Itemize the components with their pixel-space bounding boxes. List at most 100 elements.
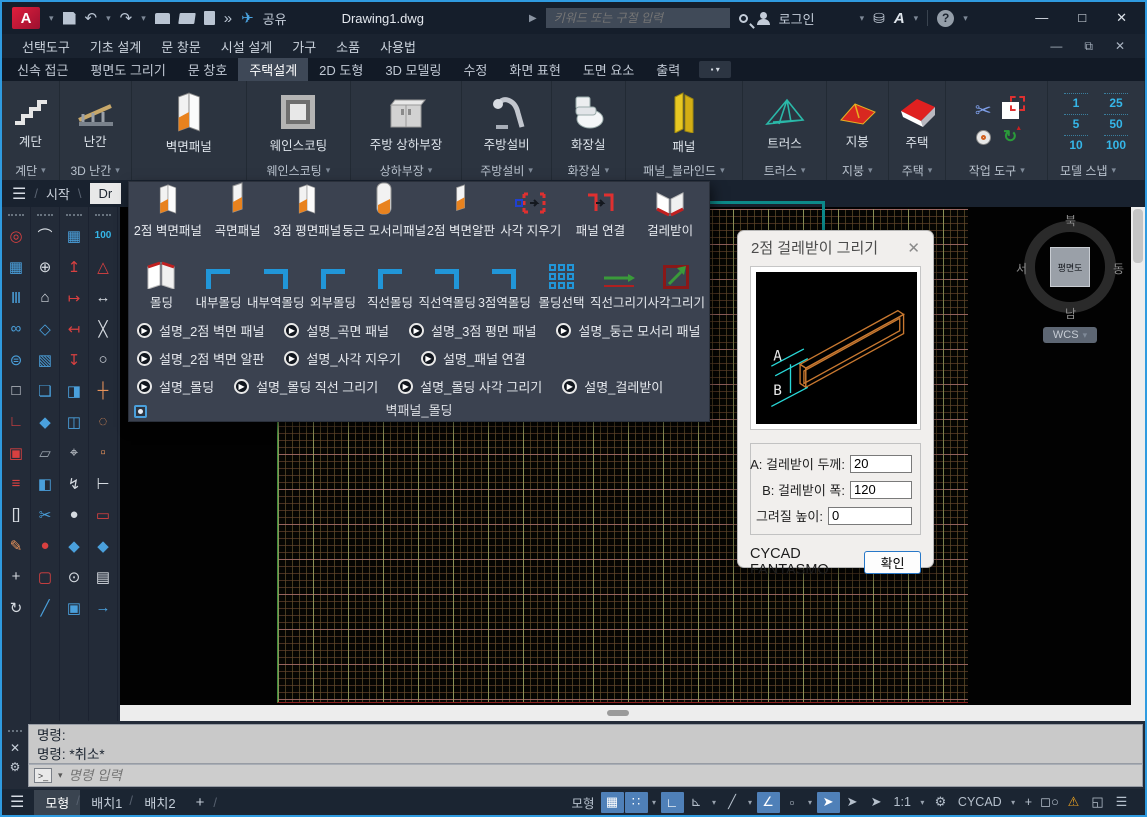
horizontal-scrollbar[interactable]	[120, 705, 1145, 721]
status-toggle[interactable]: ☰	[1110, 792, 1133, 813]
close-button[interactable]: ✕	[1116, 10, 1127, 26]
status-toggle[interactable]: 1:1	[889, 792, 916, 813]
status-toggle[interactable]: ⚙	[929, 792, 952, 813]
status-toggle[interactable]: ▾	[709, 792, 720, 813]
tool-icon[interactable]: ⊜	[2, 344, 30, 375]
maximize-button[interactable]: □	[1078, 10, 1086, 26]
status-toggle[interactable]: ▦	[601, 792, 624, 813]
tool-icon[interactable]: ▦	[2, 251, 30, 282]
ribbon-tab[interactable]: 3D 모델링	[374, 58, 452, 81]
ribbon-tab[interactable]: 화면 표현	[498, 58, 571, 81]
wcs-selector[interactable]: WCS▾	[1043, 327, 1097, 343]
tool-icon[interactable]: ┼	[89, 375, 117, 406]
group-wainscoting[interactable]: 웨인스코팅▾	[247, 161, 350, 180]
search-expand-icon[interactable]: ▶	[529, 13, 537, 24]
tool-icon[interactable]: Ⅲ	[2, 282, 30, 313]
house-button[interactable]: 주택	[897, 95, 937, 151]
doc-close-button[interactable]: ✕	[1115, 39, 1125, 54]
tool-icon[interactable]: ▤	[89, 561, 117, 592]
tool-icon[interactable]: ◇	[31, 313, 59, 344]
status-menu-icon[interactable]: ☰	[10, 792, 24, 812]
plot-icon[interactable]	[155, 13, 170, 24]
tool-icon[interactable]: ↦	[60, 282, 88, 313]
flyout-curved-panel[interactable]: 곡면패널	[203, 181, 273, 239]
snap-value-button[interactable]: 1	[1064, 93, 1088, 110]
menu-item[interactable]: 기초 설계	[80, 37, 151, 56]
ok-button[interactable]: 확인	[864, 551, 921, 574]
scissors-icon[interactable]: ✂	[975, 98, 992, 123]
command-history[interactable]: 명령: 명령: *취소*	[28, 724, 1143, 764]
flyout-line-reverse-molding[interactable]: 직선역몰딩	[418, 269, 476, 311]
tool-icon[interactable]: ◨	[60, 375, 88, 406]
tool-icon[interactable]: ❏	[31, 375, 59, 406]
flyout-erase-rect[interactable]: 사각 지우기	[496, 191, 566, 239]
tool-icon[interactable]: ▣	[2, 437, 30, 468]
tool-icon[interactable]: ⊕	[31, 251, 59, 282]
layout-tab[interactable]: 배치2	[133, 790, 186, 815]
horizontal-scrollbar-thumb[interactable]	[607, 710, 629, 716]
status-toggle[interactable]: ∟	[661, 792, 684, 813]
flyout-inner-reverse-molding[interactable]: 내부역몰딩	[247, 269, 305, 311]
flyout-rect-draw[interactable]: 사각그리기	[647, 265, 705, 311]
tool-icon[interactable]: ╱	[31, 592, 59, 623]
menu-item[interactable]: 시설 설계	[211, 37, 282, 56]
undo-icon[interactable]: ↶	[85, 9, 98, 27]
command-caret-icon[interactable]: ▾	[58, 770, 63, 781]
group-upper-lower-cabinet[interactable]: 상하부장▾	[351, 161, 462, 180]
group-3d-railing[interactable]: 3D 난간▾	[60, 161, 131, 180]
tool-icon[interactable]: +	[2, 561, 30, 592]
menu-item[interactable]: 가구	[282, 37, 326, 56]
wall-panel-button[interactable]: 벽면패널	[166, 91, 212, 155]
menu-item[interactable]: 문 창문	[151, 37, 211, 56]
tool-icon[interactable]: ▣	[60, 592, 88, 623]
description-link[interactable]: ▶설명_3점 평면 패널	[409, 321, 536, 340]
command-input[interactable]	[69, 768, 1137, 783]
group-panel-blind[interactable]: 패널_블라인드▾	[626, 161, 743, 180]
doc-minimize-button[interactable]: —	[1050, 39, 1062, 54]
tool-icon[interactable]: ○	[89, 344, 117, 375]
new-layout-button[interactable]: +	[187, 794, 214, 811]
flyout-2pt-wall-panel[interactable]: 2점 벽면패널	[133, 181, 203, 239]
compass-east[interactable]: 동	[1113, 260, 1124, 277]
tool-icon[interactable]: ≡	[2, 468, 30, 499]
menu-item[interactable]: 소품	[326, 37, 370, 56]
status-toggle[interactable]: ➤	[817, 792, 840, 813]
flyout-baseboard[interactable]: 걸레받이	[635, 187, 705, 239]
command-close-icon[interactable]: ✕	[10, 741, 20, 755]
tool-icon[interactable]: ◎	[2, 220, 30, 251]
vertical-scrollbar-thumb[interactable]	[1133, 209, 1143, 263]
view-compass[interactable]: 북 남 서 동 평면도	[1018, 215, 1122, 319]
flyout-line-molding[interactable]: 직선몰딩	[361, 269, 418, 311]
more-tools-icon[interactable]: »	[224, 10, 232, 27]
flyout-molding-select[interactable]: 몰딩선택	[533, 264, 590, 311]
command-wrench-icon[interactable]: ⚙	[10, 760, 21, 774]
share-plane-icon[interactable]: ✈	[241, 9, 254, 27]
tool-icon[interactable]: ◆	[89, 530, 117, 561]
target-icon[interactable]	[976, 130, 991, 145]
flyout-molding[interactable]: 몰딩	[133, 259, 190, 311]
group-bathroom[interactable]: 화장실▾	[552, 161, 625, 180]
status-toggle[interactable]: 모형	[567, 792, 600, 813]
command-prompt-icon[interactable]: >_	[34, 768, 52, 783]
start-tab[interactable]: 시작	[46, 184, 70, 203]
snap-value-button[interactable]: 100	[1104, 135, 1128, 152]
share-label[interactable]: 공유	[263, 9, 287, 28]
flyout-outer-molding[interactable]: 외부몰딩	[304, 269, 361, 311]
rotate-icon[interactable]: ↻	[1003, 127, 1017, 147]
flyout-2pt-wall-board[interactable]: 2점 벽면알판	[426, 181, 496, 239]
file-tabs-menu-icon[interactable]: ☰	[12, 184, 26, 204]
tool-icon[interactable]: ◧	[31, 468, 59, 499]
undo-caret-icon[interactable]: ▾	[106, 13, 111, 24]
compass-plan-view[interactable]: 평면도	[1050, 247, 1090, 287]
tool-icon[interactable]: ⊙	[60, 561, 88, 592]
status-toggle[interactable]: ⊾	[685, 792, 708, 813]
wainscoting-button[interactable]: 웨인스코팅	[270, 92, 328, 154]
width-input[interactable]	[850, 481, 912, 499]
status-toggle[interactable]: ▾	[745, 792, 756, 813]
description-link[interactable]: ▶설명_패널 연결	[421, 349, 526, 368]
snap-value-button[interactable]: 25	[1104, 93, 1128, 110]
app-logo[interactable]: A	[12, 7, 40, 29]
status-toggle[interactable]: ◻○	[1038, 792, 1061, 813]
tool-icon[interactable]: ▱	[31, 437, 59, 468]
status-toggle[interactable]: CYCAD	[953, 792, 1007, 813]
